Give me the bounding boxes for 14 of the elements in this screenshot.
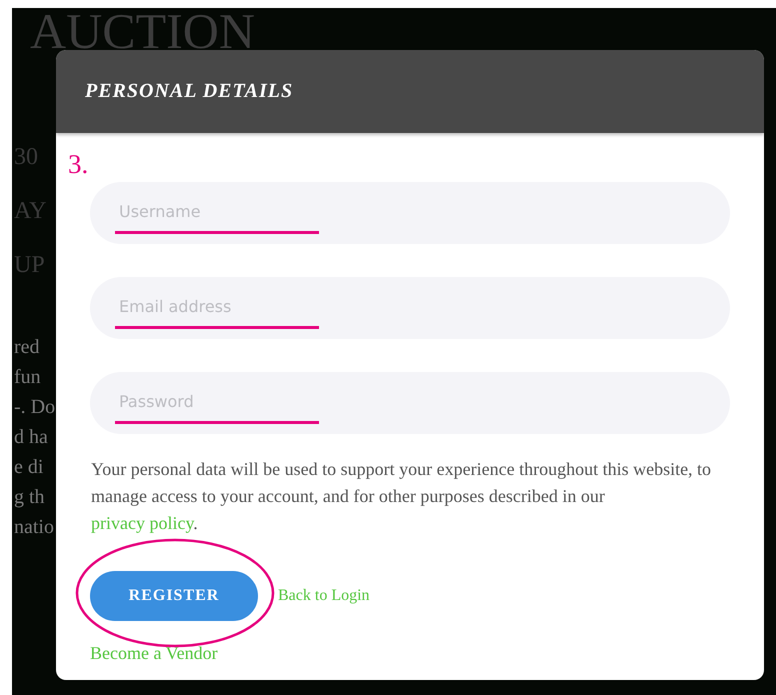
dialog-title: PERSONAL DETAILS bbox=[85, 80, 294, 103]
privacy-policy-link[interactable]: privacy policy bbox=[91, 513, 194, 533]
background-text: -. Do bbox=[13, 395, 56, 420]
background-text: red bbox=[13, 335, 41, 360]
back-to-login-link[interactable]: Back to Login bbox=[278, 587, 370, 605]
annotation-label: 3. bbox=[68, 149, 88, 179]
background-text: d ha bbox=[13, 425, 49, 450]
privacy-notice: Your personal data will be used to support your experience throughout this website, to manage access to your account, and for other purposes described in our privacy policy. bbox=[91, 458, 712, 535]
become-vendor-link[interactable]: Become a Vendor bbox=[90, 643, 218, 664]
background-text: e di bbox=[13, 455, 44, 480]
register-button[interactable]: REGISTER bbox=[90, 571, 258, 621]
background-text: g th bbox=[13, 485, 46, 510]
background-text: fun bbox=[13, 365, 42, 390]
background-text: natio bbox=[13, 515, 55, 540]
